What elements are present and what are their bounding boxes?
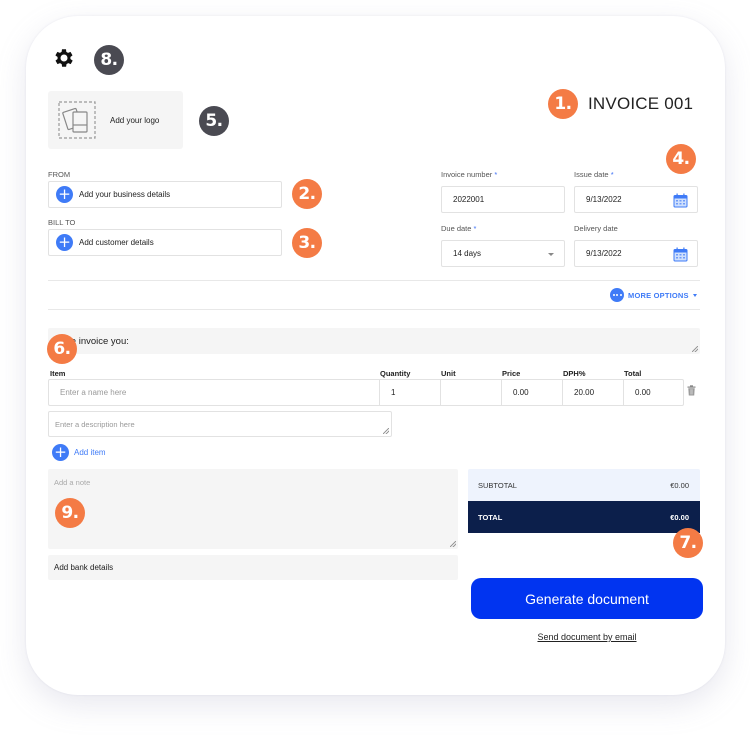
- from-label: FROM: [48, 170, 71, 179]
- item-description-input[interactable]: Enter a description here: [48, 411, 392, 437]
- issue-date-input[interactable]: 9/13/2022: [574, 186, 698, 213]
- divider: [48, 309, 700, 310]
- total-row: TOTAL €0.00: [468, 501, 700, 533]
- more-dots-icon: [610, 288, 624, 302]
- badge-3: 3.: [292, 228, 322, 258]
- badge-9: 9.: [55, 498, 85, 528]
- trash-icon[interactable]: [687, 385, 696, 396]
- send-by-email-link[interactable]: Send document by email: [471, 632, 703, 642]
- item-quantity-input[interactable]: 1: [379, 379, 441, 406]
- badge-5: 5.: [199, 106, 229, 136]
- add-business-details-label: Add your business details: [79, 190, 171, 199]
- calendar-icon[interactable]: [673, 247, 688, 262]
- more-options-button[interactable]: MORE OPTIONS: [610, 288, 697, 302]
- subtotal-label: SUBTOTAL: [478, 480, 517, 490]
- add-business-details-button[interactable]: + Add your business details: [48, 181, 282, 208]
- column-header-item: Item: [50, 369, 66, 378]
- issue-date-label: Issue date *: [574, 170, 614, 179]
- invoice-title[interactable]: INVOICE 001: [588, 94, 693, 114]
- total-label: TOTAL: [478, 512, 503, 522]
- badge-8: 8.: [94, 45, 124, 75]
- badge-1: 1.: [548, 89, 578, 119]
- note-textarea[interactable]: Add a note: [48, 469, 458, 549]
- column-header-vat: DPH%: [563, 369, 586, 378]
- generate-document-button[interactable]: Generate document: [471, 578, 703, 619]
- subtotal-value: €0.00: [670, 480, 689, 490]
- gear-icon[interactable]: [52, 46, 76, 70]
- add-customer-details-label: Add customer details: [79, 238, 154, 247]
- column-header-quantity: Quantity: [380, 369, 411, 378]
- invoice-number-input[interactable]: 2022001: [441, 186, 565, 213]
- add-logo-label: Add your logo: [110, 115, 160, 125]
- add-item-button[interactable]: + Add item: [52, 444, 106, 461]
- item-name-input[interactable]: Enter a name here: [48, 379, 380, 406]
- bill-to-label: BILL TO: [48, 218, 76, 227]
- divider: [48, 280, 700, 281]
- image-placeholder-icon: [58, 101, 96, 139]
- badge-2: 2.: [292, 179, 322, 209]
- resize-handle-icon[interactable]: [450, 541, 456, 547]
- chevron-down-icon: [548, 253, 554, 256]
- badge-6: 6.: [47, 334, 77, 364]
- chevron-down-icon: [692, 293, 697, 297]
- item-price-input[interactable]: 0.00: [501, 379, 563, 406]
- total-value: €0.00: [670, 512, 689, 522]
- badge-4: 4.: [666, 144, 696, 174]
- invoice-number-label: Invoice number *: [441, 170, 498, 179]
- delivery-date-label: Delivery date: [574, 224, 618, 233]
- due-date-select[interactable]: 14 days: [441, 240, 565, 267]
- delivery-date-input[interactable]: 9/13/2022: [574, 240, 698, 267]
- plus-icon: +: [52, 444, 69, 461]
- plus-icon: +: [56, 186, 73, 203]
- item-total-value: 0.00: [623, 379, 684, 406]
- column-header-price: Price: [502, 369, 521, 378]
- plus-icon: +: [56, 234, 73, 251]
- item-unit-input[interactable]: [440, 379, 502, 406]
- subtotal-row: SUBTOTAL €0.00: [468, 469, 700, 501]
- resize-handle-icon[interactable]: [692, 346, 698, 352]
- due-date-label: Due date *: [441, 224, 477, 233]
- column-header-total: Total: [624, 369, 642, 378]
- item-vat-input[interactable]: 20.00: [562, 379, 624, 406]
- calendar-icon[interactable]: [673, 193, 688, 208]
- badge-7: 7.: [673, 528, 703, 558]
- add-logo-button[interactable]: Add your logo: [48, 91, 183, 149]
- intro-text-field[interactable]: We invoice you:: [48, 328, 700, 354]
- column-header-unit: Unit: [441, 369, 456, 378]
- resize-handle-icon[interactable]: [383, 428, 389, 434]
- add-bank-details-button[interactable]: Add bank details: [48, 555, 458, 580]
- add-customer-details-button[interactable]: + Add customer details: [48, 229, 282, 256]
